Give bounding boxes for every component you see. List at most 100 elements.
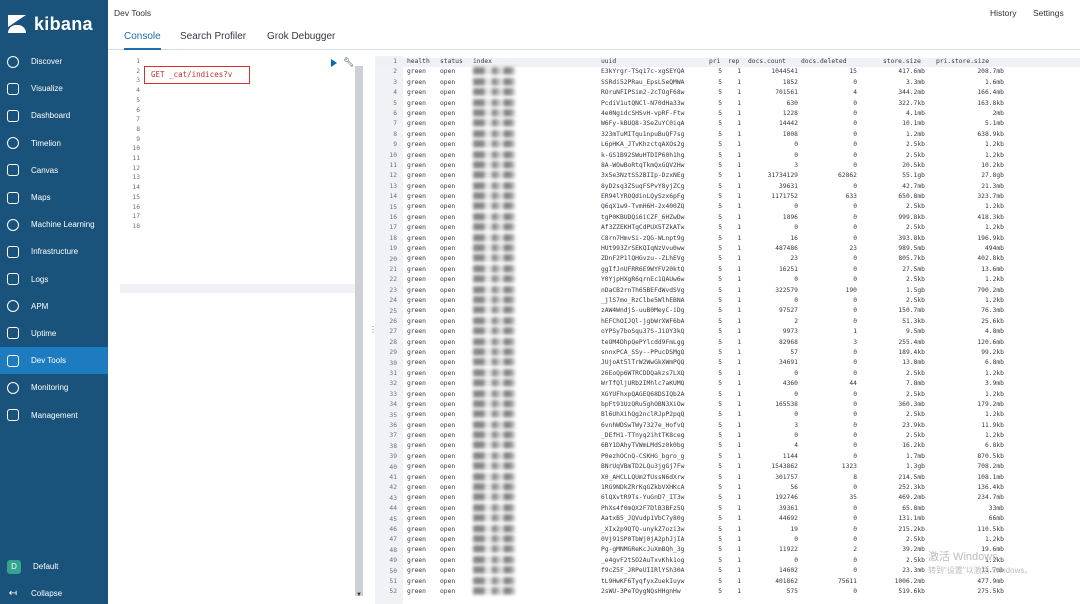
cell-docs-deleted: 0 bbox=[853, 587, 857, 595]
sidebar-item-label: Management bbox=[31, 410, 78, 420]
sidebar-item-apm[interactable]: APM bbox=[0, 293, 108, 320]
history-link[interactable]: History bbox=[990, 8, 1016, 18]
cell-store-size: 23.3mb bbox=[902, 567, 925, 575]
response-line-number: 40 bbox=[389, 463, 397, 471]
cell-store-size: 360.3mb bbox=[898, 400, 925, 408]
cell-health: green bbox=[407, 161, 426, 169]
cell-status: open bbox=[440, 109, 456, 117]
sidebar-item-label: APM bbox=[31, 301, 49, 311]
response-line-number: 4 bbox=[393, 89, 397, 97]
cell-uuid: 3x5e3NztS52BIIp-DzxNEg bbox=[601, 172, 685, 180]
sidebar-item-maps[interactable]: Maps bbox=[0, 184, 108, 211]
cell-uuid: 0Vj91SP0TbWj0jA2phJjIA bbox=[601, 535, 685, 543]
cell-store-size: 39.2mb bbox=[902, 546, 925, 554]
cell-store-size: 417.6mb bbox=[898, 68, 925, 76]
collapse-button[interactable]: ↤ Collapse bbox=[0, 580, 108, 604]
cell-docs-count: 19 bbox=[790, 525, 798, 533]
cell-health: green bbox=[407, 567, 426, 575]
response-line-number: 44 bbox=[389, 505, 397, 513]
tab-console[interactable]: Console bbox=[124, 31, 161, 50]
cell-store-size: 255.4mb bbox=[898, 338, 925, 346]
cell-pri-store.size: 27.8gb bbox=[981, 172, 1004, 180]
request-scrollbar[interactable] bbox=[355, 66, 363, 596]
cell-docs-deleted: 0 bbox=[853, 109, 857, 117]
kibana-logo[interactable]: kibana bbox=[0, 0, 108, 48]
cell-rep: 1 bbox=[737, 390, 741, 398]
sidebar-item-visualize[interactable]: Visualize bbox=[0, 75, 108, 102]
cell-pri: 5 bbox=[718, 556, 722, 564]
play-icon[interactable] bbox=[331, 59, 337, 67]
scroll-down-icon[interactable]: ▼ bbox=[356, 592, 362, 598]
sidebar-item-monitoring[interactable]: Monitoring bbox=[0, 374, 108, 401]
wrench-icon[interactable]: 🔧︎ bbox=[343, 57, 354, 68]
sidebar-item-dashboard[interactable]: Dashboard bbox=[0, 102, 108, 129]
cell-pri: 5 bbox=[718, 452, 722, 460]
cell-rep: 1 bbox=[737, 369, 741, 377]
sidebar-item-logs[interactable]: Logs bbox=[0, 266, 108, 293]
request-line-number: 11 bbox=[132, 155, 140, 162]
wrench-icon bbox=[7, 354, 19, 367]
cell-pri: 5 bbox=[718, 359, 722, 367]
cell-pri: 5 bbox=[718, 369, 722, 377]
cell-status: open bbox=[440, 525, 456, 533]
cell-status: open bbox=[440, 120, 456, 128]
cell-rep: 1 bbox=[737, 535, 741, 543]
sidebar-item-infrastructure[interactable]: Infrastructure bbox=[0, 238, 108, 265]
tab-grok-debugger[interactable]: Grok Debugger bbox=[267, 31, 335, 50]
request-editor[interactable]: 1 2 3 4 5 6 7 8 9 10 11 12 13 14 15 16 17 18 GET _cat/ind… bbox=[120, 56, 365, 604]
cell-rep: 1 bbox=[737, 307, 741, 315]
sidebar-item-machine-learning[interactable]: Machine Learning bbox=[0, 211, 108, 238]
cell-uuid: WrTfQljURb2IMhlc7aKUMQ bbox=[601, 380, 685, 388]
cell-rep: 1 bbox=[737, 504, 741, 512]
sidebar-item-timelion[interactable]: Timelion bbox=[0, 130, 108, 157]
response-line-number: 38 bbox=[389, 442, 397, 450]
cell-docs-count: 575 bbox=[786, 587, 798, 595]
sidebar-item-canvas[interactable]: Canvas bbox=[0, 157, 108, 184]
sidebar-item-uptime[interactable]: Uptime bbox=[0, 320, 108, 347]
cell-status: open bbox=[440, 182, 456, 190]
cell-uuid: ZDnF2P1lQHGvzu--ZLhEVg bbox=[601, 255, 685, 263]
sidebar-item-label: Maps bbox=[31, 193, 51, 203]
sidebar-item-management[interactable]: Management bbox=[0, 401, 108, 428]
cell-pri-store.size: 402.8kb bbox=[977, 255, 1004, 263]
cell-rep: 1 bbox=[737, 120, 741, 128]
cell-rep: 1 bbox=[737, 411, 741, 419]
response-line-number: 22 bbox=[389, 276, 397, 284]
cell-pri-store.size: 110.5kb bbox=[977, 525, 1004, 533]
tab-search-profiler[interactable]: Search Profiler bbox=[180, 31, 246, 50]
request-line-number: 16 bbox=[132, 203, 140, 211]
redacted-index-name: ▓▓▓░░▓▒░▓▓▒ bbox=[473, 68, 515, 76]
cell-status: open bbox=[440, 556, 456, 564]
active-line-highlight bbox=[120, 284, 355, 293]
cell-pri-store.size: 5.1mb bbox=[985, 120, 1004, 128]
redacted-index-name: ▓▓▓░░▓▒░▓▓▒ bbox=[473, 421, 515, 429]
response-output[interactable]: 1 2 3 4 5 6 7 8 9 10 11 12 13 14 15 16 17 18 19 20 21 22 23 24 2… bbox=[375, 56, 1080, 604]
cell-pri: pri bbox=[709, 58, 721, 65]
redacted-index-name: ▓▓▓░░▓▒░▓▓▒ bbox=[473, 515, 515, 523]
settings-link[interactable]: Settings bbox=[1033, 8, 1064, 18]
cell-pri: 5 bbox=[718, 567, 722, 575]
sidebar-item-discover[interactable]: Discover bbox=[0, 48, 108, 75]
cell-docs-deleted: 190 bbox=[845, 286, 857, 294]
cell-status: open bbox=[440, 245, 456, 253]
cell-rep: 1 bbox=[737, 525, 741, 533]
cell-health: green bbox=[407, 203, 426, 211]
cell-docs-count: 1044541 bbox=[771, 68, 798, 76]
cell-uuid: 6vnhWDSwTWy7327e_HofvQ bbox=[601, 421, 685, 429]
cell-pri: 5 bbox=[718, 151, 722, 159]
cell-rep: 1 bbox=[737, 328, 741, 336]
cell-pri: 5 bbox=[718, 328, 722, 336]
request-text[interactable]: GET _cat/indices?v bbox=[151, 70, 232, 79]
cell-pri: 5 bbox=[718, 78, 722, 86]
cell-health: green bbox=[407, 234, 426, 242]
cell-status: open bbox=[440, 546, 456, 554]
sidebar-item-dev-tools[interactable]: Dev Tools bbox=[0, 347, 108, 375]
response-line-number: 12 bbox=[389, 172, 397, 180]
cell-uuid: _e4gvF2tSO2AuTxvKhk1og bbox=[601, 556, 685, 564]
space-selector[interactable]: D Default bbox=[0, 553, 108, 580]
cell-store-size: 2.5kb bbox=[906, 432, 925, 440]
response-line-number: 45 bbox=[389, 515, 397, 523]
cell-store-size: 393.8kb bbox=[898, 234, 925, 242]
cell-pri-store.size: 6.8kb bbox=[985, 442, 1004, 450]
cell-rep: 1 bbox=[737, 286, 741, 294]
